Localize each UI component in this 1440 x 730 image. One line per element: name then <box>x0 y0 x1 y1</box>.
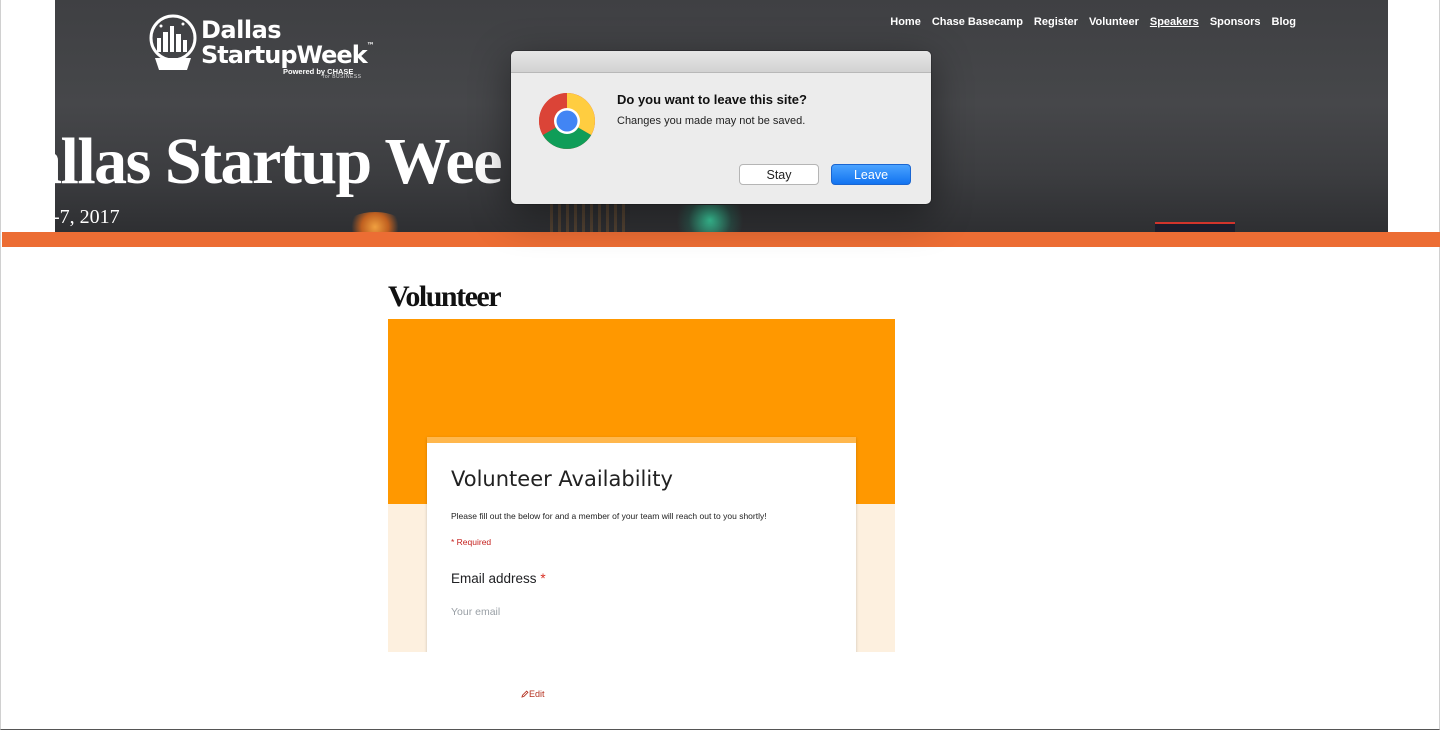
form-title: Volunteer Availability <box>451 467 673 491</box>
nav-chase-basecamp[interactable]: Chase Basecamp <box>932 16 1023 28</box>
hero-background-light <box>345 212 405 232</box>
dialog-titlebar[interactable] <box>511 51 931 73</box>
nav-register[interactable]: Register <box>1034 16 1078 28</box>
nav-speakers[interactable]: Speakers <box>1150 16 1199 28</box>
leave-site-dialog: Do you want to leave this site? Changes … <box>511 51 931 204</box>
form-card: Volunteer Availability Please fill out t… <box>427 437 856 652</box>
logo-text-dallas: Dallas <box>201 16 282 44</box>
page-title: Volunteer <box>388 280 502 313</box>
hero-background-building <box>550 200 630 232</box>
hero-background-car <box>1155 222 1235 232</box>
logo-text-startupweek: StartupWeek™ <box>201 41 375 69</box>
email-label: Email address * <box>451 571 546 586</box>
hero-background-light <box>665 205 755 232</box>
nav-sponsors[interactable]: Sponsors <box>1210 16 1261 28</box>
nav-home[interactable]: Home <box>890 16 921 28</box>
email-field[interactable] <box>451 603 651 621</box>
pencil-icon <box>521 690 529 698</box>
hero-date: 3-7, 2017 <box>55 206 120 228</box>
nav-blog[interactable]: Blog <box>1272 16 1296 28</box>
main-nav: Home Chase Basecamp Register Volunteer S… <box>890 16 1296 28</box>
snow-globe-icon <box>149 14 197 70</box>
form-description: Please fill out the below for and a memb… <box>451 511 767 521</box>
page: Dallas StartupWeek™ Powered by CHASE for… <box>0 0 1440 730</box>
hero-title: allas Startup Wee <box>55 125 502 198</box>
google-form-embed: Volunteer Availability Please fill out t… <box>388 319 895 652</box>
edit-link[interactable]: Edit <box>521 689 545 699</box>
dialog-message: Changes you made may not be saved. <box>617 115 806 127</box>
required-note: * Required <box>451 537 492 547</box>
stay-button[interactable]: Stay <box>739 164 819 185</box>
dialog-title: Do you want to leave this site? <box>617 92 807 107</box>
chrome-logo-icon <box>539 93 595 149</box>
nav-volunteer[interactable]: Volunteer <box>1089 16 1139 28</box>
logo-business: for BUSINESS <box>323 74 362 80</box>
accent-bar <box>2 232 1440 247</box>
leave-button[interactable]: Leave <box>831 164 911 185</box>
site-logo[interactable]: Dallas StartupWeek™ Powered by CHASE for… <box>147 14 387 80</box>
